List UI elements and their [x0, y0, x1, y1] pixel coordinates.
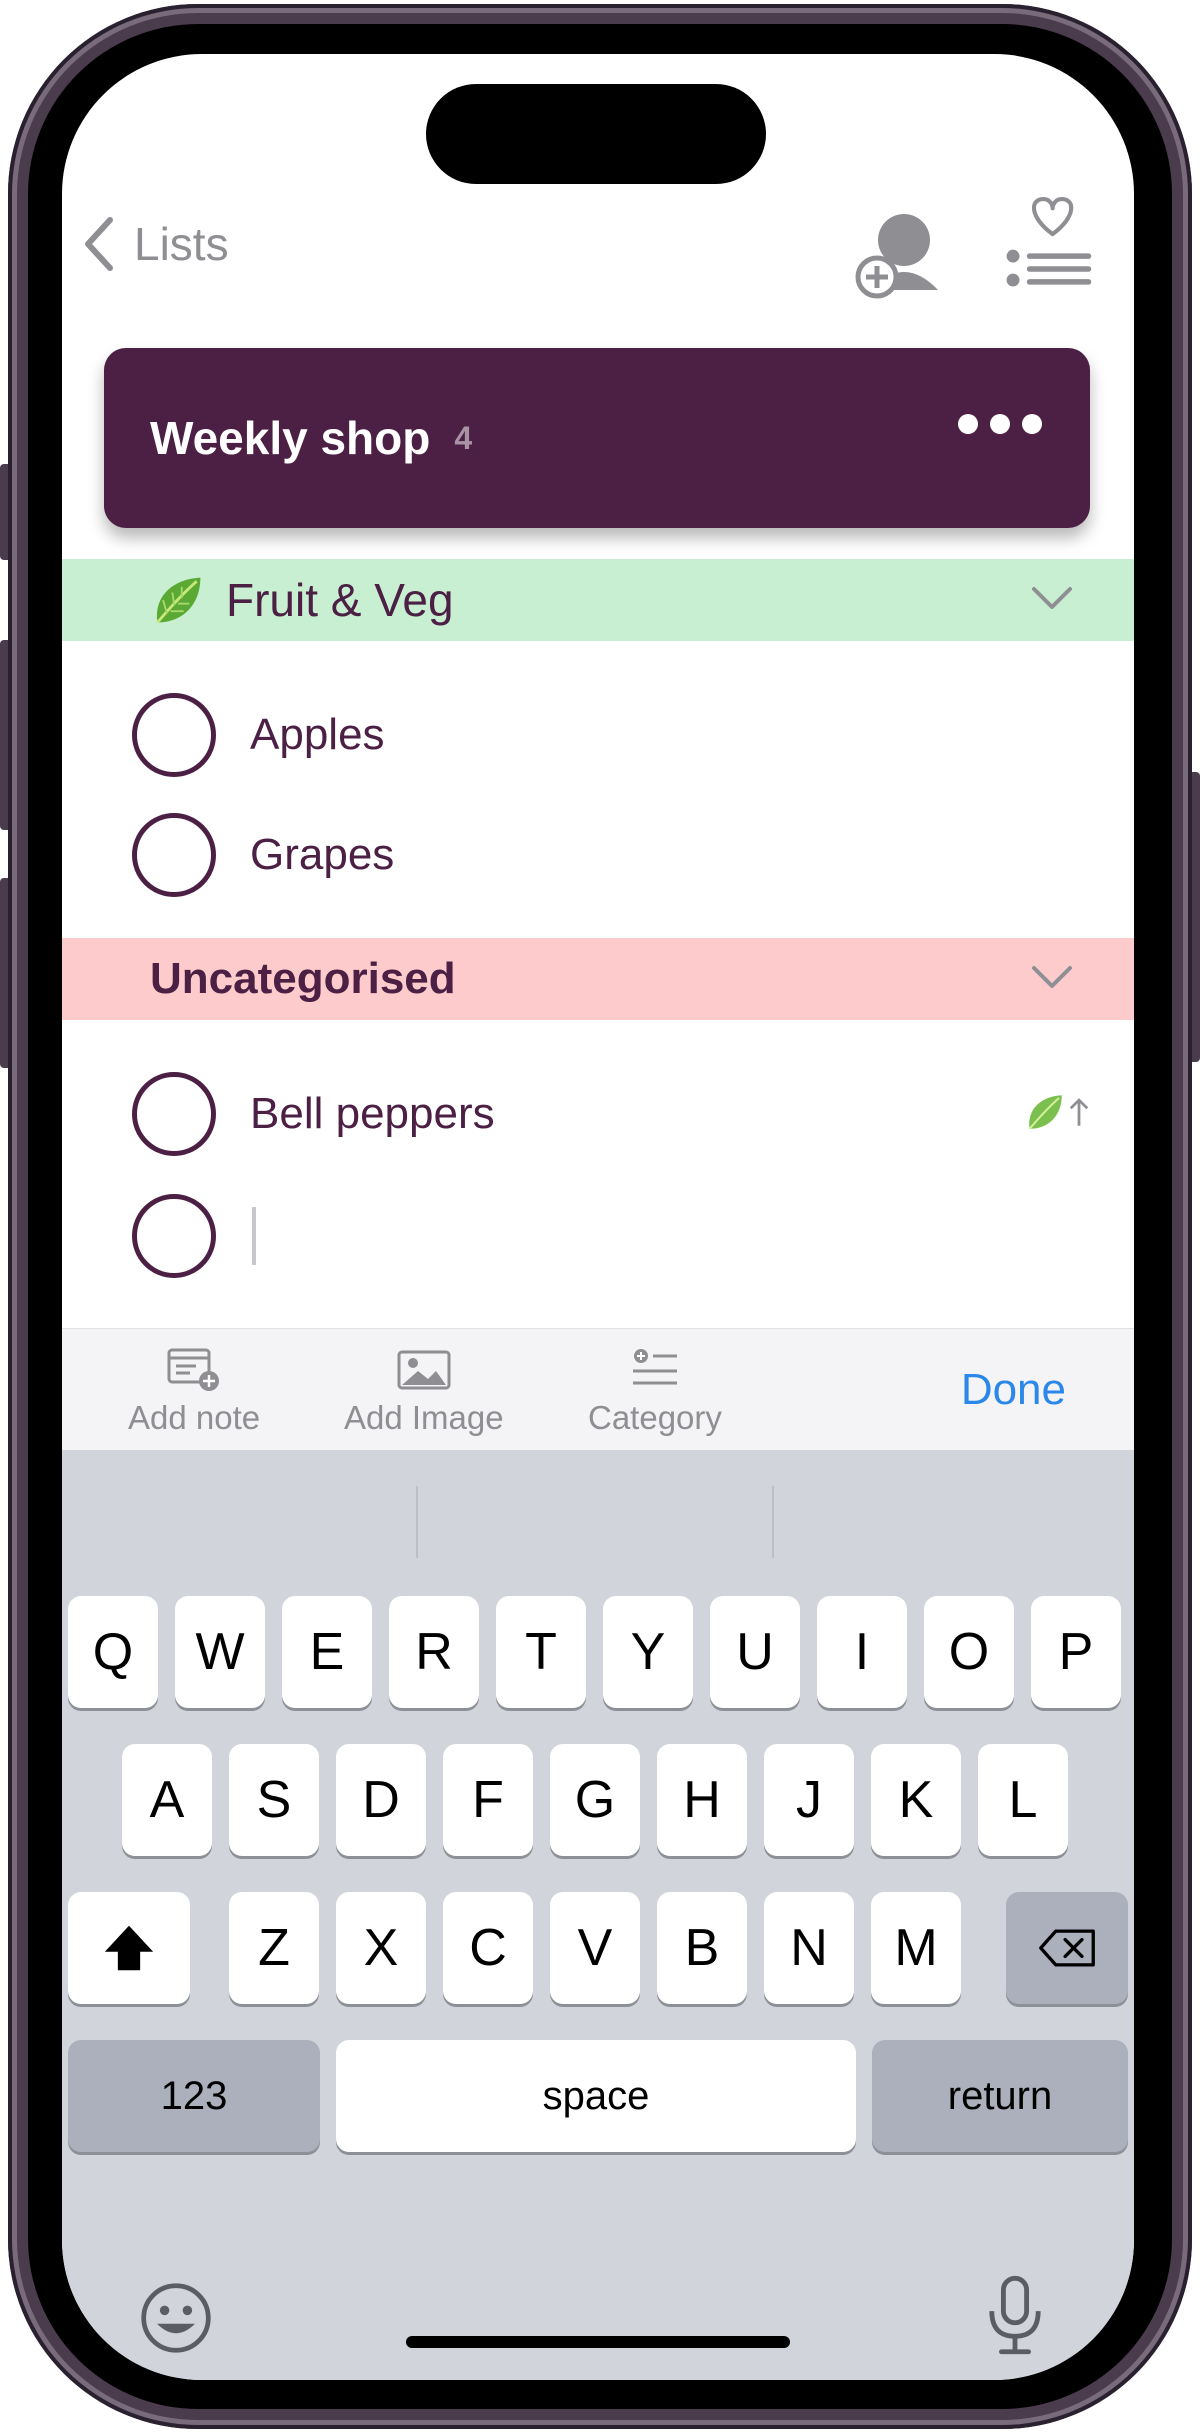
item-checkbox[interactable]: [132, 693, 216, 777]
list-item[interactable]: Apples: [132, 690, 1092, 780]
item-count-badge: 4: [454, 419, 473, 456]
suggestion-divider: [772, 1486, 774, 1558]
home-indicator[interactable]: [406, 2336, 790, 2348]
new-item-row[interactable]: [132, 1191, 1092, 1281]
arrow-up-icon: [1069, 1098, 1089, 1126]
list-item[interactable]: Bell peppers: [132, 1069, 1092, 1159]
add-image-label: Add Image: [344, 1399, 504, 1436]
emoji-icon[interactable]: [138, 2280, 214, 2356]
key-p[interactable]: P: [1031, 1596, 1121, 1708]
more-options-button[interactable]: [958, 414, 1042, 434]
key-m[interactable]: M: [871, 1892, 961, 2004]
back-label: Lists: [134, 218, 229, 270]
key-w[interactable]: W: [175, 1596, 265, 1708]
item-checkbox[interactable]: [132, 1194, 216, 1278]
key-g[interactable]: G: [550, 1744, 640, 1856]
more-dot-icon: [990, 414, 1010, 434]
image-icon: [397, 1350, 451, 1390]
key-k[interactable]: K: [871, 1744, 961, 1856]
key-c[interactable]: C: [443, 1892, 533, 2004]
item-checkbox[interactable]: [132, 1072, 216, 1156]
chevron-down-icon[interactable]: [1030, 960, 1074, 996]
screen: Lists Weekly shop 4 Fruit & Veg Apples G…: [62, 54, 1134, 2380]
key-l[interactable]: L: [978, 1744, 1068, 1856]
category-header-uncategorised[interactable]: Uncategorised: [62, 938, 1134, 1020]
keyboard: Q W E R T Y U I O P A S D F G H J K L Z …: [62, 1450, 1134, 2380]
key-b[interactable]: B: [657, 1892, 747, 2004]
numbers-key[interactable]: 123: [68, 2040, 320, 2152]
item-checkbox[interactable]: [132, 813, 216, 897]
new-item-input[interactable]: [252, 1207, 256, 1265]
done-button[interactable]: Done: [961, 1365, 1066, 1415]
list-header[interactable]: Weekly shop 4: [104, 348, 1090, 528]
category-list-icon: [632, 1349, 677, 1385]
key-o[interactable]: O: [924, 1596, 1014, 1708]
lettuce-leaf-icon: [1028, 1095, 1062, 1130]
list-item[interactable]: Grapes: [132, 810, 1092, 900]
space-key[interactable]: space: [336, 2040, 856, 2152]
category-label: Fruit & Veg: [226, 574, 454, 626]
keyboard-accessory-toolbar: Add note Add Image Category Done: [62, 1328, 1134, 1450]
item-label: Grapes: [250, 830, 395, 879]
category-label: Uncategorised: [150, 954, 456, 1003]
item-label: Apples: [250, 710, 385, 759]
back-button[interactable]: Lists: [82, 209, 229, 279]
add-note-icon: [167, 1348, 220, 1391]
shift-key[interactable]: [68, 1892, 190, 2004]
key-t[interactable]: T: [496, 1596, 586, 1708]
category-button[interactable]: Category: [588, 1347, 722, 1437]
key-a[interactable]: A: [122, 1744, 212, 1856]
category-label: Category: [588, 1399, 722, 1436]
more-dot-icon: [958, 414, 978, 434]
add-image-button[interactable]: Add Image: [344, 1347, 504, 1437]
key-u[interactable]: U: [710, 1596, 800, 1708]
lettuce-leaf-icon: [156, 577, 201, 624]
favorite-list-icon[interactable]: [1002, 194, 1094, 298]
suggested-category-button[interactable]: [1024, 1091, 1090, 1133]
key-r[interactable]: R: [389, 1596, 479, 1708]
key-x[interactable]: X: [336, 1892, 426, 2004]
microphone-icon[interactable]: [986, 2274, 1044, 2358]
key-j[interactable]: J: [764, 1744, 854, 1856]
key-n[interactable]: N: [764, 1892, 854, 2004]
return-key[interactable]: return: [872, 2040, 1128, 2152]
item-label: Bell peppers: [250, 1089, 495, 1138]
add-note-label: Add note: [128, 1399, 261, 1436]
key-s[interactable]: S: [229, 1744, 319, 1856]
key-f[interactable]: F: [443, 1744, 533, 1856]
category-header-fruit-veg[interactable]: Fruit & Veg: [62, 559, 1134, 641]
more-dot-icon: [1022, 414, 1042, 434]
chevron-down-icon[interactable]: [1030, 581, 1074, 617]
key-d[interactable]: D: [336, 1744, 426, 1856]
chevron-left-icon: [85, 217, 113, 271]
dynamic-island: [426, 84, 766, 184]
key-e[interactable]: E: [282, 1596, 372, 1708]
key-i[interactable]: I: [817, 1596, 907, 1708]
key-h[interactable]: H: [657, 1744, 747, 1856]
add-note-button[interactable]: Add note: [128, 1347, 260, 1437]
delete-key[interactable]: [1006, 1892, 1128, 2004]
key-y[interactable]: Y: [603, 1596, 693, 1708]
suggestion-divider: [416, 1486, 418, 1558]
key-q[interactable]: Q: [68, 1596, 158, 1708]
key-v[interactable]: V: [550, 1892, 640, 2004]
list-title: Weekly shop: [150, 412, 431, 464]
key-z[interactable]: Z: [229, 1892, 319, 2004]
backspace-icon: [1039, 1929, 1095, 1967]
add-person-icon[interactable]: [852, 202, 952, 302]
shift-icon: [104, 1925, 154, 1971]
